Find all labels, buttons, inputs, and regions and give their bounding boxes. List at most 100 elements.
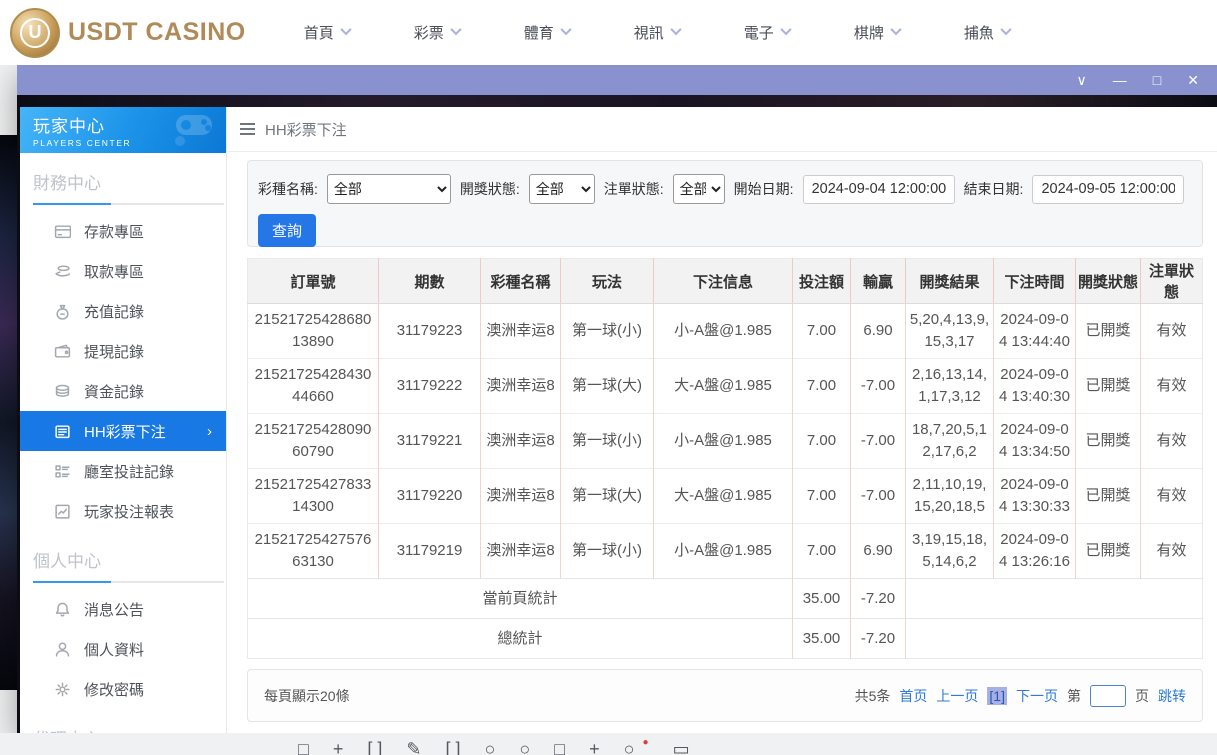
summary-winloss-total: -7.20 — [851, 579, 906, 619]
bell-icon — [54, 601, 71, 618]
table-cell: 2152172542843044660 — [248, 359, 379, 414]
table-cell: 小-A盤@1.985 — [654, 524, 793, 579]
plus-icon[interactable]: + — [589, 740, 600, 755]
nav-item-lottery[interactable]: 彩票 — [414, 22, 460, 43]
table-cell: 5,20,4,13,9,15,3,17 — [906, 304, 994, 359]
nav-item-electronic[interactable]: 電子 — [744, 22, 790, 43]
table-row: 215217254284304466031179222澳洲幸运8第一球(大)大-… — [248, 359, 1203, 414]
chevron-down-icon — [450, 24, 461, 35]
start-date-input[interactable] — [803, 175, 955, 204]
nav-item-sports[interactable]: 體育 — [524, 22, 570, 43]
table-cell: 澳洲幸运8 — [481, 524, 561, 579]
site-logo[interactable]: U USDT CASINO — [10, 8, 246, 58]
table-row: 215217254280906079031179221澳洲幸运8第一球(小)小-… — [248, 414, 1203, 469]
window-icon[interactable]: ▭ — [673, 740, 690, 755]
chevron-down-icon — [670, 24, 681, 35]
jump-button[interactable]: 跳转 — [1158, 686, 1186, 706]
page-title: HH彩票下注 — [265, 119, 347, 140]
sidebar-item-label: 取款專區 — [84, 261, 144, 282]
table-cell: -7.00 — [851, 414, 906, 469]
brackets-icon[interactable]: [ ] — [367, 740, 382, 755]
nav-item-label: 棋牌 — [854, 22, 884, 43]
lottery-list-icon — [54, 423, 71, 440]
maximize-icon[interactable]: □ — [1153, 73, 1161, 87]
prev-page-link[interactable]: 上一页 — [936, 686, 978, 706]
table-cell: 7.00 — [793, 304, 851, 359]
pen-icon[interactable]: ✎ — [406, 740, 421, 755]
room-records-icon — [54, 463, 71, 480]
table-cell: 澳洲幸运8 — [481, 414, 561, 469]
draw-status-label: 開獎狀態: — [460, 179, 520, 199]
sidebar-item-personal-info[interactable]: 個人資料 — [20, 629, 226, 669]
summary-bet-total: 35.00 — [793, 619, 851, 659]
section-title: 個人中心 — [20, 531, 226, 581]
next-page-link[interactable]: 下一页 — [1016, 686, 1058, 706]
table-cell: 第一球(大) — [561, 469, 654, 524]
draw-status-select[interactable]: 全部 — [529, 174, 595, 204]
lottery-name-label: 彩種名稱: — [258, 179, 318, 199]
table-cell: 2,16,13,14,1,17,3,12 — [906, 359, 994, 414]
table-cell: 31179219 — [379, 524, 481, 579]
sidebar-sections: 財務中心存款專區取款專區充值記錄提現記錄資金記錄HH彩票下注›廳室投註記錄玩家投… — [20, 153, 226, 733]
window-icon[interactable]: □ — [554, 740, 565, 755]
lottery-name-select[interactable]: 全部 — [327, 174, 451, 204]
player-center-window: ∨—□✕ 玩家中心 PLAYERS CENTER 財務中心存款專區取款專區充值記… — [17, 65, 1217, 733]
withdraw-hand-icon — [54, 263, 71, 280]
sidebar-item-player-bet-report[interactable]: 玩家投注報表 — [20, 491, 226, 531]
summary-label: 當前頁統計 — [248, 579, 793, 619]
sidebar-item-funds-records[interactable]: 資金記錄 — [20, 371, 226, 411]
window-content: 玩家中心 PLAYERS CENTER 財務中心存款專區取款專區充值記錄提現記錄… — [20, 107, 1217, 733]
nav-item-chess[interactable]: 棋牌 — [854, 22, 900, 43]
nav-item-video[interactable]: 視訊 — [634, 22, 680, 43]
sidebar-item-recharge-records[interactable]: 充值記錄 — [20, 291, 226, 331]
table-cell: 有效 — [1141, 524, 1203, 579]
table-cell: 第一球(大) — [561, 359, 654, 414]
section-underline — [33, 581, 224, 583]
sidebar-item-deposit-zone[interactable]: 存款專區 — [20, 211, 226, 251]
sidebar-item-withdrawal-records[interactable]: 提現記錄 — [20, 331, 226, 371]
table-cell: 3,19,15,18,5,14,6,2 — [906, 524, 994, 579]
summary-winloss-total: -7.20 — [851, 619, 906, 659]
minimize-icon[interactable]: — — [1113, 73, 1127, 87]
column-header: 投注額 — [793, 259, 851, 304]
column-header: 訂單號 — [248, 259, 379, 304]
table-row: 215217254275766313031179219澳洲幸运8第一球(小)小-… — [248, 524, 1203, 579]
sidebar-item-label: 玩家投注報表 — [84, 501, 174, 522]
search-button[interactable]: 查詢 — [258, 214, 316, 247]
gear-icon — [54, 681, 71, 698]
first-page-link[interactable]: 首页 — [899, 686, 927, 706]
table-cell: 2,11,10,19,15,20,18,5 — [906, 469, 994, 524]
collapse-icon[interactable]: ∨ — [1077, 73, 1087, 87]
nav-item-fishing[interactable]: 捕魚 — [964, 22, 1010, 43]
window-titlebar[interactable]: ∨ — □ ✕ — [17, 65, 1217, 95]
deposit-card-icon — [54, 223, 71, 240]
current-page: [1] — [987, 687, 1007, 705]
circle-icon[interactable]: ○ — [519, 740, 530, 755]
order-status-select[interactable]: 全部 — [673, 174, 725, 204]
table-row: 215217254286801389031179223澳洲幸运8第一球(小)小-… — [248, 304, 1203, 359]
notification-dot-icon[interactable]: ● — [643, 738, 649, 748]
plus-icon[interactable]: + — [333, 740, 344, 755]
circle-icon[interactable]: ○ — [485, 740, 496, 755]
end-date-input[interactable] — [1032, 175, 1184, 204]
sidebar-item-hh-lottery-bets[interactable]: HH彩票下注› — [20, 411, 226, 451]
table-cell: 大-A盤@1.985 — [654, 469, 793, 524]
nav-item-home[interactable]: 首頁 — [304, 22, 350, 43]
nav-item-label: 彩票 — [414, 22, 444, 43]
sidebar-item-withdraw-zone[interactable]: 取款專區 — [20, 251, 226, 291]
sidebar-item-room-bet-records[interactable]: 廳室投註記錄 — [20, 451, 226, 491]
close-icon[interactable]: ✕ — [1187, 73, 1199, 87]
background-art — [0, 135, 18, 690]
table-cell: 2152172542783314300 — [248, 469, 379, 524]
window-icon[interactable]: □ — [298, 740, 309, 755]
table-cell: 7.00 — [793, 524, 851, 579]
sidebar-item-news-announcements[interactable]: 消息公告 — [20, 589, 226, 629]
jump-page-input[interactable] — [1090, 685, 1126, 707]
sidebar-item-label: 提現記錄 — [84, 341, 144, 362]
sidebar-item-change-password[interactable]: 修改密碼 — [20, 669, 226, 709]
menu-toggle-icon[interactable] — [240, 123, 255, 135]
summary-row: 當前頁統計35.00-7.20 — [248, 579, 1203, 619]
circle-icon[interactable]: ○ — [624, 740, 635, 755]
column-header: 輸贏 — [851, 259, 906, 304]
brackets-icon[interactable]: [ ] — [446, 740, 461, 755]
